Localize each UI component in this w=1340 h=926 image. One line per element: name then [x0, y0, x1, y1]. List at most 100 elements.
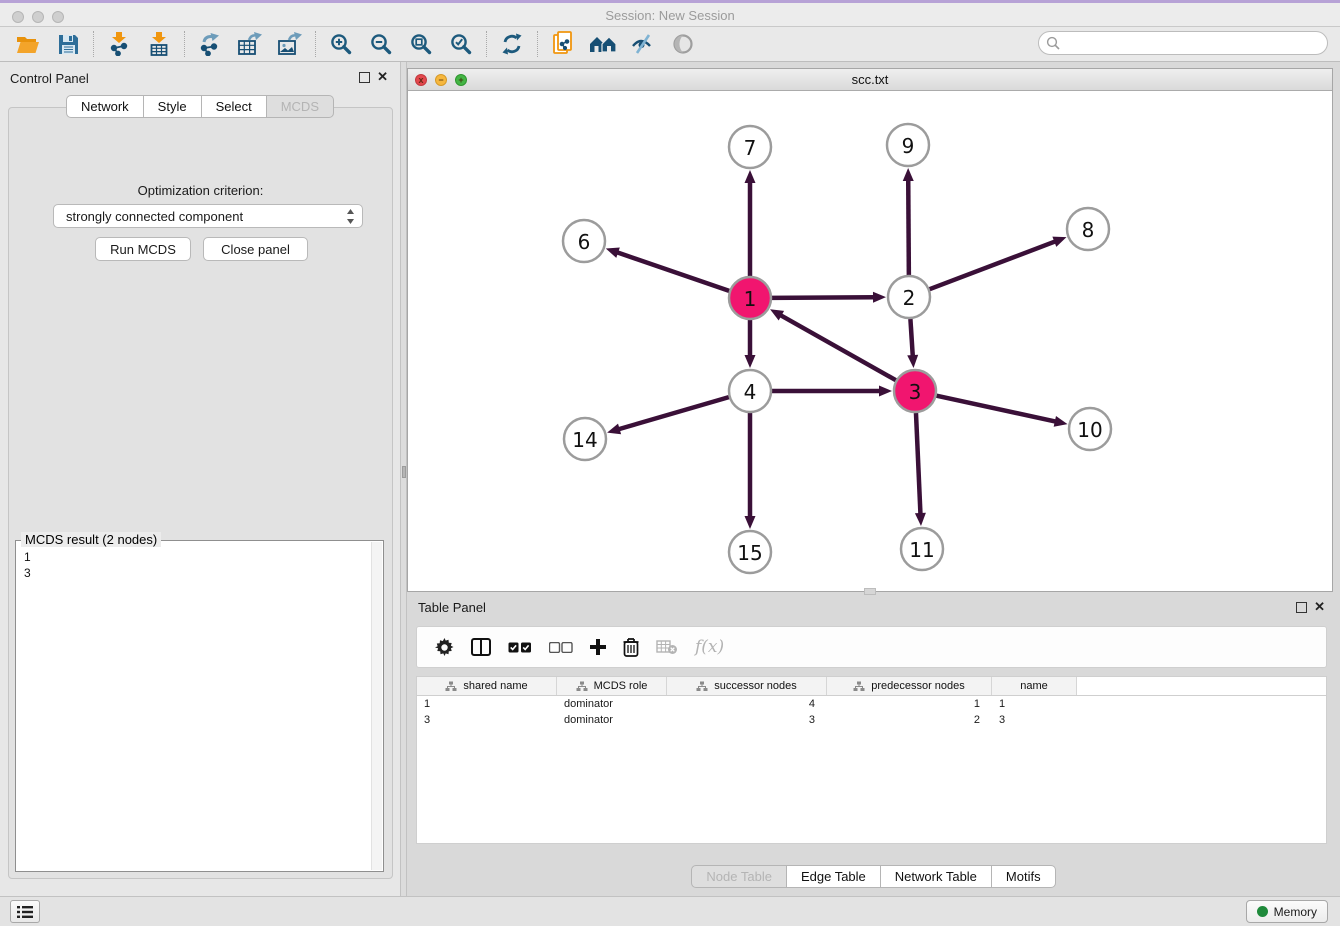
edge-3-1[interactable] [780, 315, 896, 381]
toolbar-separator [537, 31, 538, 57]
network-window-titlebar[interactable]: x − + scc.txt [408, 69, 1332, 91]
unchecked-boxes-icon [549, 642, 573, 653]
export-table-button[interactable] [230, 29, 270, 59]
clone-network-button[interactable] [543, 29, 583, 59]
table-cell[interactable]: 1 [827, 698, 992, 710]
search-icon [1046, 36, 1060, 50]
mcds-result-text[interactable]: 1 3 [24, 549, 31, 581]
delete-table-button-disabled [656, 639, 678, 655]
close-panel-icon[interactable]: ✕ [377, 69, 388, 85]
close-panel-button[interactable]: Close panel [203, 237, 308, 261]
refresh-icon [501, 33, 523, 55]
edge-arrowhead [1052, 237, 1066, 247]
memory-button[interactable]: Memory [1246, 900, 1328, 923]
tab-node-table[interactable]: Node Table [691, 865, 787, 888]
tab-edge-table[interactable]: Edge Table [787, 865, 881, 888]
list-icon [16, 905, 34, 919]
edge-2-8[interactable] [930, 241, 1057, 289]
mcds-result-group: MCDS result (2 nodes) 1 3 [15, 540, 384, 872]
search-input[interactable] [1060, 36, 1327, 50]
graph-node-label: 14 [572, 428, 597, 452]
search-box[interactable] [1038, 31, 1328, 55]
import-network-icon [108, 32, 130, 56]
zoom-out-button[interactable] [361, 29, 401, 59]
eye-slash-icon [631, 33, 655, 55]
tab-mcds[interactable]: MCDS [267, 95, 334, 118]
run-mcds-button[interactable]: Run MCDS [95, 237, 191, 261]
column-header-MCDS-role[interactable]: MCDS role [557, 677, 667, 695]
hide-selected-button[interactable] [623, 29, 663, 59]
table-row[interactable]: 1dominator411 [417, 696, 1326, 712]
table-cell[interactable]: dominator [557, 714, 667, 726]
column-header-name[interactable]: name [992, 677, 1077, 695]
create-column-button[interactable] [590, 639, 606, 655]
column-header-predecessor-nodes[interactable]: predecessor nodes [827, 677, 992, 695]
edge-arrowhead [907, 355, 918, 368]
column-header-successor-nodes[interactable]: successor nodes [667, 677, 827, 695]
save-session-button[interactable] [48, 29, 88, 59]
delete-column-button[interactable] [623, 638, 639, 657]
table-cell[interactable]: 3 [667, 714, 827, 726]
network-resize-grip[interactable] [864, 588, 876, 595]
fit-content-icon [410, 33, 432, 55]
criterion-dropdown[interactable]: strongly connected component [53, 204, 363, 228]
import-network-file-button[interactable] [99, 29, 139, 59]
refresh-layout-button[interactable] [492, 29, 532, 59]
edge-2-3[interactable] [910, 319, 912, 357]
column-tree-icon [853, 681, 865, 692]
edge-1-6[interactable] [616, 252, 729, 291]
show-columns-button[interactable] [471, 638, 491, 656]
tab-network-table[interactable]: Network Table [881, 865, 992, 888]
task-history-button[interactable] [10, 900, 40, 923]
network-view-canvas[interactable]: 1234678910111415 [408, 91, 1332, 591]
result-scrollbar[interactable] [371, 542, 382, 870]
float-table-panel-icon[interactable] [1296, 602, 1307, 613]
tab-motifs[interactable]: Motifs [992, 865, 1056, 888]
table-cell[interactable]: 1 [417, 698, 557, 710]
unselect-all-columns-button[interactable] [549, 642, 573, 653]
control-panel-tabs: NetworkStyleSelectMCDS [0, 95, 400, 118]
edge-4-14[interactable] [618, 397, 729, 429]
edge-2-9[interactable] [908, 179, 909, 275]
tab-select[interactable]: Select [202, 95, 267, 118]
panel-divider[interactable] [400, 62, 407, 896]
export-network-icon [198, 32, 222, 56]
node-table[interactable]: shared nameMCDS rolesuccessor nodesprede… [416, 676, 1327, 844]
column-header-shared-name[interactable]: shared name [417, 677, 557, 695]
table-settings-button[interactable] [435, 638, 454, 657]
export-network-button[interactable] [190, 29, 230, 59]
tab-network[interactable]: Network [66, 95, 144, 118]
close-table-panel-icon[interactable]: ✕ [1314, 599, 1325, 615]
network-graph[interactable]: 1234678910111415 [408, 91, 1332, 591]
table-toolbar: f(x) [416, 626, 1327, 668]
import-table-file-button[interactable] [139, 29, 179, 59]
graph-node-label: 4 [744, 380, 757, 404]
float-panel-icon[interactable] [359, 72, 370, 83]
export-table-icon [237, 32, 263, 56]
edge-arrowhead [873, 292, 886, 303]
edge-arrowhead [915, 513, 926, 526]
fit-content-button[interactable] [401, 29, 441, 59]
open-session-button[interactable] [8, 29, 48, 59]
edge-3-10[interactable] [936, 396, 1056, 422]
show-all-button[interactable] [663, 29, 703, 59]
table-cell[interactable]: 1 [992, 698, 1077, 710]
table-cell[interactable]: 3 [992, 714, 1077, 726]
first-neighbors-button[interactable] [583, 29, 623, 59]
tab-style[interactable]: Style [144, 95, 202, 118]
edge-1-2[interactable] [772, 297, 875, 298]
table-cell[interactable]: 2 [827, 714, 992, 726]
column-tree-icon [696, 681, 708, 692]
zoom-in-button[interactable] [321, 29, 361, 59]
zoom-selected-button[interactable] [441, 29, 481, 59]
select-all-columns-button[interactable] [508, 642, 532, 653]
table-cell[interactable]: 3 [417, 714, 557, 726]
edge-3-11[interactable] [916, 413, 921, 515]
eye-disabled-icon [672, 33, 694, 55]
export-image-button[interactable] [270, 29, 310, 59]
table-cell[interactable]: dominator [557, 698, 667, 710]
table-row[interactable]: 3dominator323 [417, 712, 1326, 728]
divider-grip[interactable] [402, 466, 406, 478]
window-title: Session: New Session [0, 8, 1340, 23]
table-cell[interactable]: 4 [667, 698, 827, 710]
